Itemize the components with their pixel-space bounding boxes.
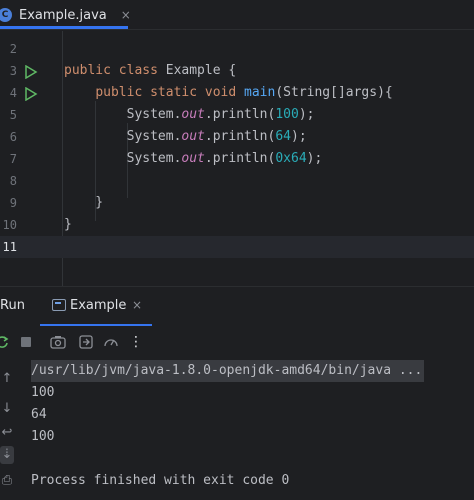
stop-icon[interactable]	[18, 334, 34, 350]
console-line: 100	[31, 429, 55, 444]
code-line-2[interactable]: 2	[0, 38, 474, 60]
console-line: 64	[31, 407, 47, 422]
arrow-down-icon[interactable]: ↓	[0, 400, 14, 418]
soft-wrap-icon[interactable]: ↩	[0, 424, 14, 442]
active-tab-indicator	[0, 26, 128, 29]
exit-icon[interactable]	[78, 334, 94, 350]
console-side-toolbar: ↑ ↓ ↩ ⇣ ⎙	[0, 360, 20, 500]
code-line-6[interactable]: 6 System.out.println(64);	[0, 126, 474, 148]
run-tab-label: Example	[70, 298, 127, 313]
code-text: public static void main(String[]args){	[95, 85, 393, 100]
gauge-icon[interactable]	[103, 334, 119, 350]
code-text: System.out.println(64);	[64, 129, 307, 144]
close-icon[interactable]: ×	[132, 298, 142, 312]
line-number: 11	[2, 240, 17, 254]
console-icon	[52, 299, 66, 311]
code-text: public class Example {	[64, 63, 237, 78]
camera-icon[interactable]	[50, 334, 66, 350]
close-icon[interactable]: ×	[121, 8, 131, 22]
code-text: }	[64, 195, 104, 210]
arrow-up-icon[interactable]: ↑	[0, 370, 14, 388]
code-line-9[interactable]: 9 }	[0, 192, 474, 214]
code-editor[interactable]: 2 3 public class Example { 4 public static …	[0, 31, 474, 286]
code-line-4[interactable]: 4 public static void main(String[]args){	[0, 82, 474, 104]
java-class-icon: C	[0, 8, 12, 22]
code-line-8[interactable]: 8	[0, 170, 474, 192]
run-panel-title: Run	[0, 298, 25, 313]
line-number: 7	[9, 152, 17, 166]
print-icon[interactable]: ⎙	[0, 472, 14, 490]
rerun-icon[interactable]	[0, 334, 10, 350]
code-text: System.out.println(100);	[64, 107, 315, 122]
line-number: 8	[9, 174, 17, 188]
line-number: 2	[9, 42, 17, 56]
editor-tab-label: Example.java	[19, 7, 107, 23]
code-text: System.out.println(0x64);	[64, 151, 323, 166]
code-line-5[interactable]: 5 System.out.println(100);	[0, 104, 474, 126]
more-options-icon[interactable]: ⋮	[128, 334, 144, 350]
line-number: 6	[9, 130, 17, 144]
run-gutter-icon[interactable]	[24, 64, 38, 80]
run-toolbar: ⋮	[0, 326, 474, 358]
code-text: }	[64, 217, 72, 232]
code-line-7[interactable]: 7 System.out.println(0x64);	[0, 148, 474, 170]
run-gutter-icon[interactable]	[24, 86, 38, 102]
editor-tab-bar: C Example.java ×	[0, 0, 474, 30]
run-tab-example[interactable]: Example ×	[40, 287, 152, 327]
code-line-3[interactable]: 3 public class Example {	[0, 60, 474, 82]
code-line-10[interactable]: 10}	[0, 214, 474, 236]
line-number: 5	[9, 108, 17, 122]
command-line[interactable]: /usr/lib/jvm/java-1.8.0-openjdk-amd64/bi…	[31, 360, 425, 382]
line-number: 4	[9, 86, 17, 100]
run-panel-header: Run Example ×	[0, 286, 474, 327]
line-number: 10	[2, 218, 17, 232]
console-output[interactable]: /usr/lib/jvm/java-1.8.0-openjdk-amd64/bi…	[20, 360, 474, 500]
console-line: 100	[31, 385, 55, 400]
scroll-to-end-icon[interactable]: ⇣	[0, 446, 14, 464]
code-line-11[interactable]: 11	[0, 236, 474, 258]
process-exit-message: Process finished with exit code 0	[31, 473, 290, 488]
line-number: 3	[9, 64, 17, 78]
line-number: 9	[9, 196, 17, 210]
